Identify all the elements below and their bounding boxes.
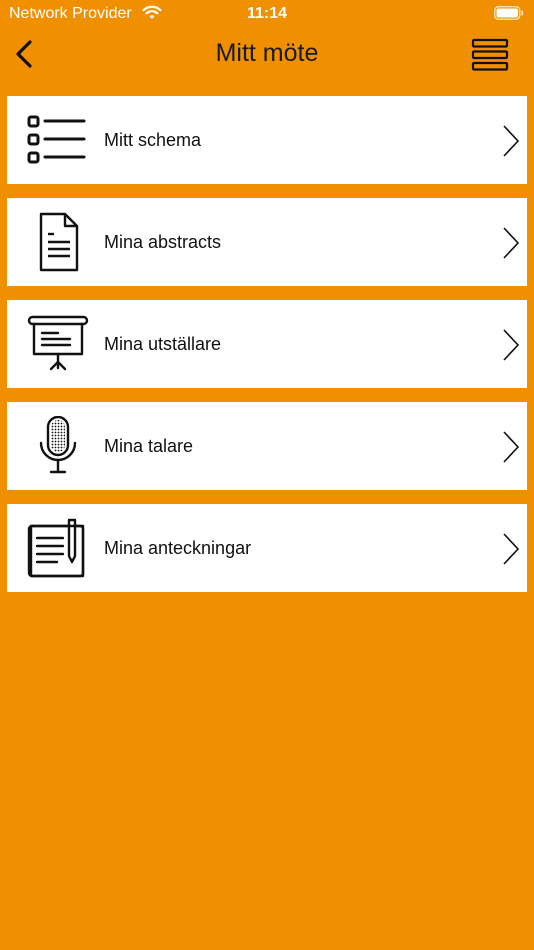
schedule-list-icon — [27, 115, 86, 164]
navigation-bar: Mitt möte — [0, 28, 534, 80]
menu-list: Mitt schema Mina abstracts Mina utställa… — [7, 96, 527, 606]
menu-item-label: Mina talare — [104, 436, 194, 456]
menu-item-abstracts[interactable]: Mina abstracts — [7, 198, 527, 286]
presentation-board-icon — [27, 315, 89, 371]
menu-item-schedule[interactable]: Mitt schema — [7, 96, 527, 184]
chevron-right-icon — [503, 533, 520, 565]
menu-item-speakers[interactable]: Mina talare — [7, 402, 527, 490]
menu-item-label: Mitt schema — [104, 130, 202, 150]
chevron-right-icon — [503, 227, 520, 259]
microphone-icon — [39, 416, 77, 474]
page-title: Mitt möte — [215, 39, 319, 67]
menu-item-label: Mina abstracts — [104, 232, 222, 252]
chevron-right-icon — [503, 431, 520, 463]
notes-pencil-icon — [27, 518, 85, 578]
menu-item-label: Mina utställare — [104, 334, 222, 354]
hamburger-menu-icon — [471, 38, 509, 71]
chevron-right-icon — [503, 329, 520, 361]
menu-item-label: Mina anteckningar — [104, 538, 252, 558]
status-time: 11:14 — [246, 5, 288, 22]
menu-item-exhibitors[interactable]: Mina utställare — [7, 300, 527, 388]
document-icon — [39, 212, 79, 272]
menu-item-notes[interactable]: Mina anteckningar — [7, 504, 527, 592]
status-bar: Network Provider 11:14 — [0, 0, 534, 28]
chevron-right-icon — [503, 125, 520, 157]
menu-button[interactable] — [470, 38, 510, 72]
battery-icon — [494, 6, 524, 20]
